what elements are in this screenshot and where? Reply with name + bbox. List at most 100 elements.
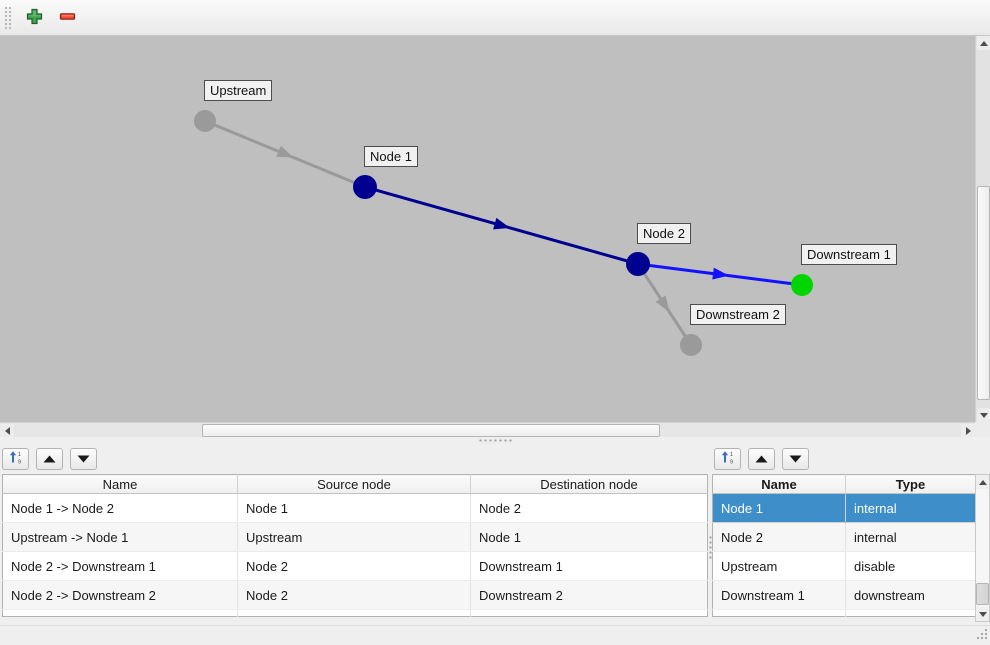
node-label[interactable]: Node 2	[637, 223, 691, 244]
nodes-table-header-row: NameType	[713, 475, 976, 494]
plus-icon	[26, 8, 43, 28]
table-cell: Node 2 -> Downstream 1	[3, 552, 238, 581]
table-cell: Upstream	[238, 523, 471, 552]
table-cell: internal	[846, 494, 976, 523]
scroll-right-arrow[interactable]	[961, 424, 975, 438]
minus-icon	[59, 8, 76, 28]
table-cell: Node 1	[238, 494, 471, 523]
nodes-table-scrollbar[interactable]	[975, 474, 990, 622]
edge-arrow-icon	[712, 268, 729, 280]
node-label[interactable]: Downstream 1	[801, 244, 897, 265]
table-cell: Node 2	[713, 523, 846, 552]
edge-arrow-icon	[276, 146, 293, 158]
table-row[interactable]: Node 2 -> Downstream 1Node 2Downstream 1	[3, 552, 708, 581]
add-node-button[interactable]	[19, 3, 49, 33]
move-down-icon	[789, 451, 802, 466]
table-row[interactable]: Downstream 1downstream	[713, 581, 976, 610]
table-cell: downstream	[846, 581, 976, 610]
table-row[interactable]: Node 2 -> Downstream 2Node 2Downstream 2	[3, 581, 708, 610]
table-cell: Node 2 -> Downstream 2	[3, 581, 238, 610]
table-row[interactable]: Upstream -> Node 1UpstreamNode 1	[3, 523, 708, 552]
status-bar	[0, 625, 990, 645]
table-cell: Node 1	[471, 523, 708, 552]
bottom-panels: 1 9 NameSource n	[0, 443, 990, 625]
horizontal-scroll-thumb[interactable]	[202, 424, 660, 437]
graph-node[interactable]	[626, 252, 650, 276]
sort-ascending-icon: 1 9	[9, 450, 23, 467]
svg-text:9: 9	[730, 460, 733, 465]
graph-canvas[interactable]: Upstream Node 1 Node 2 Downstream 1 Downstre…	[0, 36, 975, 422]
edges-table: NameSource nodeDestination node Node 1 -…	[2, 474, 708, 617]
scroll-up-arrow[interactable]	[977, 36, 990, 50]
scroll-left-arrow[interactable]	[0, 424, 14, 438]
column-header[interactable]: Destination node	[471, 475, 708, 494]
svg-text:1: 1	[730, 452, 733, 458]
nodes-move-down-button[interactable]	[782, 448, 809, 470]
canvas-area: Upstream Node 1 Node 2 Downstream 1 Downstre…	[0, 36, 990, 437]
empty-row	[3, 610, 708, 617]
move-up-icon	[43, 451, 56, 466]
table-cell: disable	[846, 552, 976, 581]
move-up-icon	[755, 451, 768, 466]
remove-node-button[interactable]	[52, 3, 82, 33]
table-cell: Node 2	[238, 581, 471, 610]
node-label[interactable]: Downstream 2	[690, 304, 786, 325]
table-cell: Downstream 1	[713, 581, 846, 610]
edges-move-down-button[interactable]	[70, 448, 97, 470]
column-header[interactable]: Name	[713, 475, 846, 494]
scroll-down-arrow[interactable]	[977, 408, 990, 422]
node-label[interactable]: Upstream	[204, 80, 272, 101]
table-cell: internal	[846, 523, 976, 552]
scrollbar-corner	[975, 422, 990, 437]
splitter-handle-icon	[478, 439, 512, 442]
vertical-scroll-thumb[interactable]	[976, 583, 989, 605]
edges-panel: 1 9 NameSource n	[0, 443, 710, 625]
edge-arrow-icon	[656, 295, 670, 312]
svg-text:1: 1	[18, 452, 21, 458]
edges-table-header-row: NameSource nodeDestination node	[3, 475, 708, 494]
svg-text:9: 9	[18, 460, 21, 465]
table-cell: Downstream 1	[471, 552, 708, 581]
edges-sort-button[interactable]: 1 9	[2, 448, 29, 470]
column-header[interactable]: Name	[3, 475, 238, 494]
edges-move-up-button[interactable]	[36, 448, 63, 470]
move-down-icon	[77, 451, 90, 466]
empty-row	[713, 610, 976, 617]
scroll-down-arrow[interactable]	[976, 607, 989, 621]
edge-arrow-icon	[493, 218, 510, 230]
table-row[interactable]: Upstreamdisable	[713, 552, 976, 581]
table-cell: Node 2	[471, 494, 708, 523]
graph-node[interactable]	[353, 175, 377, 199]
table-cell: Node 2	[238, 552, 471, 581]
graph-node[interactable]	[791, 274, 813, 296]
toolbar-drag-handle[interactable]	[4, 6, 12, 30]
nodes-table: NameType Node 1internalNode 2internalUps…	[712, 474, 976, 617]
resize-grip-icon[interactable]	[975, 627, 988, 643]
graph-node[interactable]	[680, 334, 702, 356]
canvas-horizontal-scrollbar[interactable]	[0, 422, 975, 437]
application-window: UpstreamNode 1Node 2Downstream 1Downstre…	[0, 0, 990, 645]
table-cell: Upstream -> Node 1	[3, 523, 238, 552]
column-header[interactable]: Type	[846, 475, 976, 494]
node-label[interactable]: Node 1	[364, 146, 418, 167]
nodes-sort-button[interactable]: 1 9	[714, 448, 741, 470]
table-row[interactable]: Node 2internal	[713, 523, 976, 552]
nodes-panel-toolbar: 1 9	[712, 443, 990, 474]
scroll-up-arrow[interactable]	[976, 475, 989, 489]
nodes-move-up-button[interactable]	[748, 448, 775, 470]
graph-svg	[0, 36, 975, 422]
table-cell: Node 1 -> Node 2	[3, 494, 238, 523]
table-row[interactable]: Node 1internal	[713, 494, 976, 523]
nodes-panel: 1 9 NameType	[712, 443, 990, 625]
toolbar	[0, 0, 990, 36]
table-cell: Downstream 2	[471, 581, 708, 610]
edges-panel-toolbar: 1 9	[0, 443, 710, 474]
table-row[interactable]: Node 1 -> Node 2Node 1Node 2	[3, 494, 708, 523]
vertical-scroll-thumb[interactable]	[977, 186, 990, 400]
column-header[interactable]: Source node	[238, 475, 471, 494]
table-cell: Upstream	[713, 552, 846, 581]
graph-node[interactable]	[194, 110, 216, 132]
canvas-vertical-scrollbar[interactable]	[975, 36, 990, 422]
table-cell: Node 1	[713, 494, 846, 523]
sort-ascending-icon: 1 9	[721, 450, 735, 467]
